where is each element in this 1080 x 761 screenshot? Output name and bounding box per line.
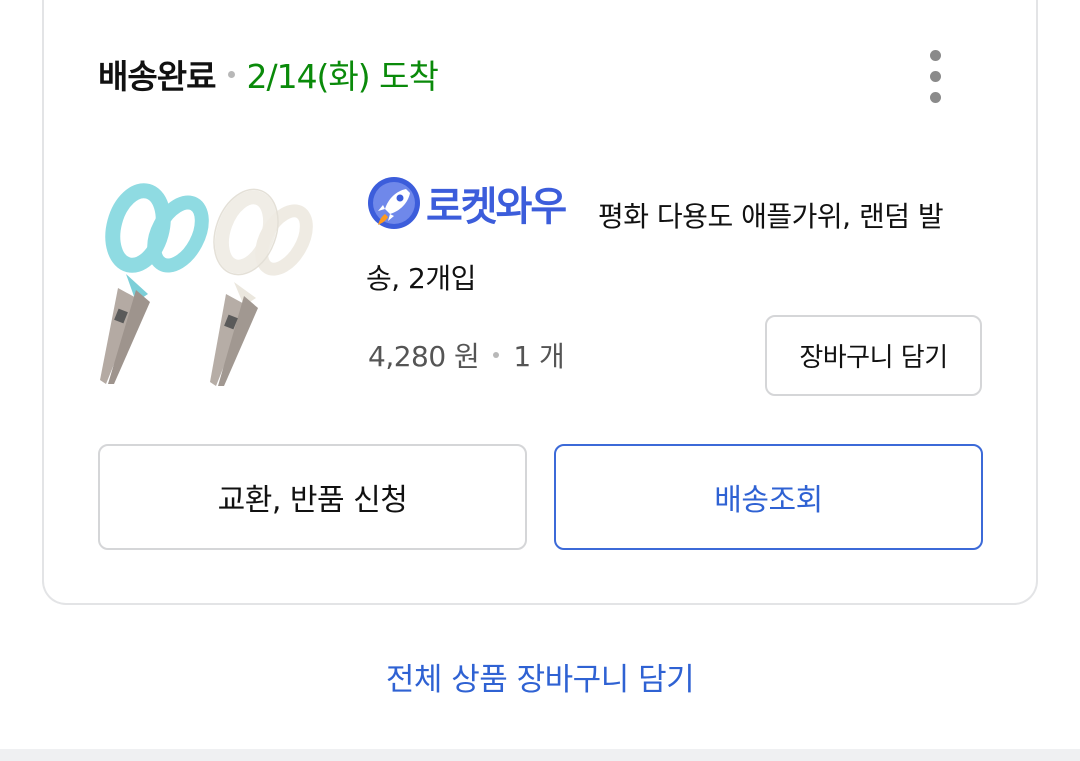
price-row: 4,280 원 1 개: [368, 334, 565, 376]
more-options-icon[interactable]: [912, 44, 958, 108]
add-to-cart-button[interactable]: 장바구니 담기: [765, 315, 982, 396]
product-quantity: 1 개: [513, 340, 565, 373]
product-image[interactable]: [96, 178, 318, 390]
blue-scissors: [100, 183, 209, 384]
product-price: 4,280 원: [368, 340, 480, 373]
exchange-return-button[interactable]: 교환, 반품 신청: [98, 444, 527, 550]
more-dot: [929, 70, 941, 82]
product-name[interactable]: 평화 다용도 애플가위, 랜덤 발송, 2개입: [366, 186, 966, 310]
add-all-to-cart-link[interactable]: 전체 상품 장바구니 담기: [0, 654, 1080, 699]
more-dot: [929, 91, 941, 103]
arrival-date: 2/14(화) 도착: [246, 57, 438, 96]
separator-dot: [493, 352, 500, 358]
delivery-status: 배송완료: [98, 57, 216, 96]
cream-scissors: [210, 188, 313, 386]
order-detail-page: 배송완료 2/14(화) 도착 로켓와우 평화 다용도 애플가위, 랜덤 발송,…: [0, 0, 1080, 761]
more-dot: [929, 49, 941, 61]
add-all-to-cart-label[interactable]: 전체 상품 장바구니 담기: [386, 662, 695, 698]
separator-dot: [228, 70, 236, 78]
section-divider: [0, 749, 1080, 761]
delivery-tracking-button[interactable]: 배송조회: [554, 444, 983, 550]
delivery-status-row: 배송완료 2/14(화) 도착: [98, 50, 439, 98]
